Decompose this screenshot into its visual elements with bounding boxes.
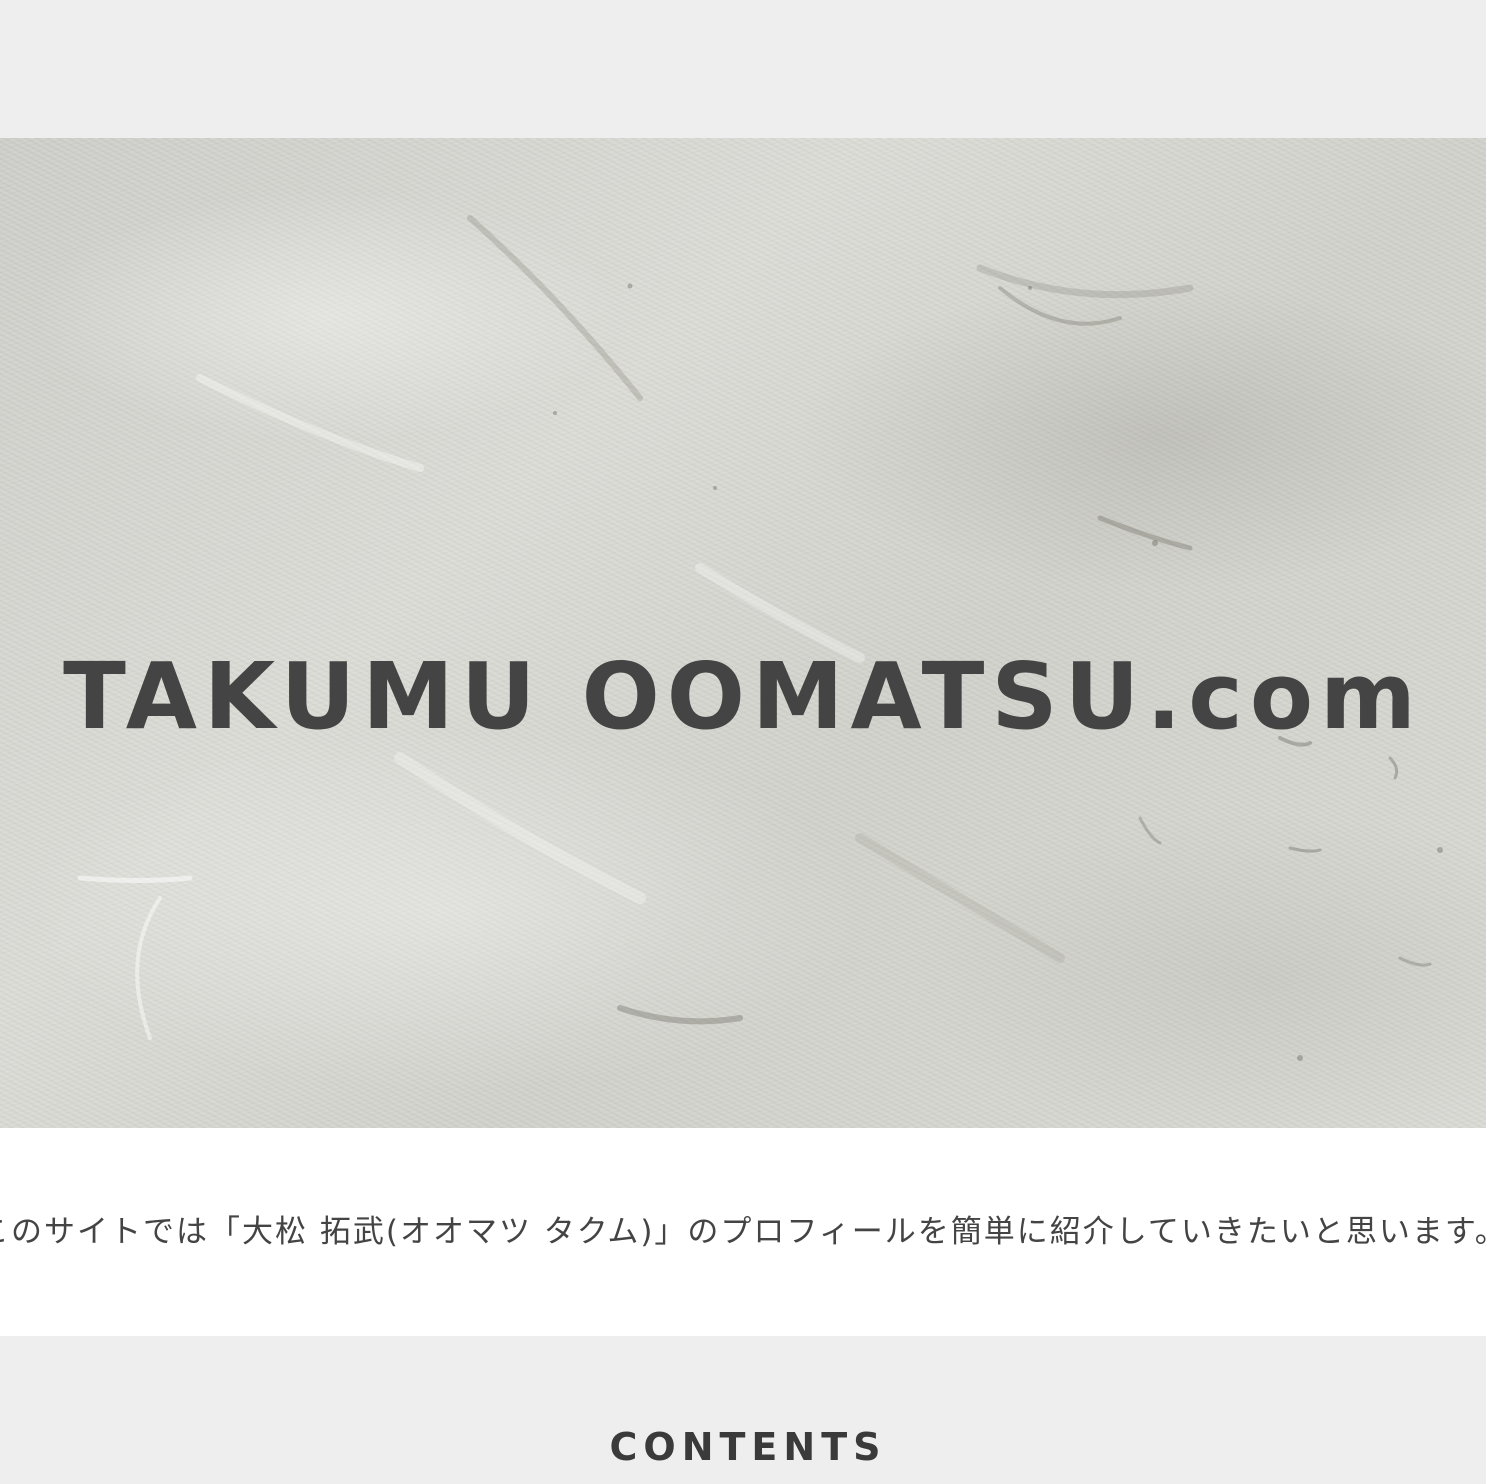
page: TAKUMU OOMATSU.com このサイトでは「大松 拓武(オオマツ タク… — [0, 0, 1486, 1484]
intro-section: このサイトでは「大松 拓武(オオマツ タクム)」のプロフィールを簡単に紹介してい… — [0, 1128, 1486, 1336]
contents-heading: CONTENTS — [609, 1425, 887, 1469]
hero-banner: TAKUMU OOMATSU.com — [0, 138, 1486, 1128]
plaster-texture — [77, 215, 1443, 1061]
intro-text: このサイトでは「大松 拓武(オオマツ タクム)」のプロフィールを簡単に紹介してい… — [0, 1214, 1486, 1250]
site-title: TAKUMU OOMATSU.com — [63, 642, 1423, 750]
top-band — [0, 0, 1486, 138]
contents-section: CONTENTS — [0, 1336, 1486, 1484]
